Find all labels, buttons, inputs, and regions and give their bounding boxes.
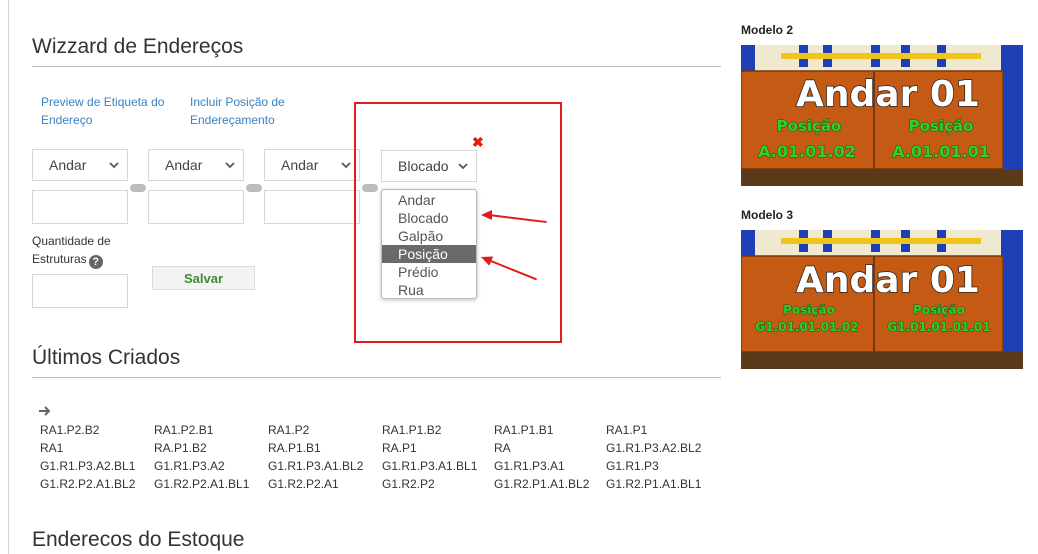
arrow-right-icon[interactable] — [38, 405, 52, 417]
quantity-input[interactable] — [32, 274, 128, 308]
level-dropdown[interactable]: Andar Blocado Galpão Posição Prédio Rua — [381, 189, 477, 299]
level-select-2-value: Andar — [165, 157, 203, 173]
list-item[interactable]: RA1.P1 — [606, 422, 716, 439]
chevron-down-icon — [109, 162, 119, 169]
dropdown-option-andar[interactable]: Andar — [382, 191, 476, 209]
chevron-down-icon — [341, 162, 351, 169]
model-3-cell-1-key: Posição — [783, 303, 835, 317]
level-select-3-value: Andar — [281, 157, 319, 173]
list-item[interactable]: RA.P1 — [382, 440, 494, 457]
list-item[interactable]: G1.R1.P3 — [606, 458, 716, 475]
list-item[interactable]: RA1.P1.B1 — [494, 422, 606, 439]
model-3-title: Andar 01 — [796, 260, 980, 301]
list-item[interactable]: G1.R1.P3.A1 — [494, 458, 606, 475]
list-item[interactable]: G1.R2.P1.A1.BL1 — [606, 476, 716, 493]
model-3-cell-2-value: G1.01.01.01.01 — [887, 320, 990, 334]
chevron-down-icon — [458, 163, 468, 170]
model-2-cell-2-value: A.01.01.01 — [892, 142, 990, 161]
list-item[interactable]: G1.R2.P2.A1.BL1 — [154, 476, 268, 493]
model-2-title: Andar 01 — [796, 74, 980, 115]
recent-list: RA1.P2.B2 RA1.P2.B1 RA1.P2 RA1.P1.B2 RA1… — [40, 422, 716, 493]
model-3-render: Andar 01 Posição G1.01.01.01.02 Posição … — [741, 230, 1023, 369]
model-2-cell-2-key: Posição — [909, 117, 974, 135]
model-3-label: Modelo 3 — [741, 208, 794, 222]
level-select-4[interactable]: Blocado — [381, 150, 477, 182]
wizard-title: Wizzard de Endereços — [32, 35, 244, 58]
model-2-label: Modelo 2 — [741, 23, 794, 37]
list-item[interactable]: RA1.P2.B2 — [40, 422, 154, 439]
model-2-cell-1-value: A.01.01.02 — [758, 142, 856, 161]
recent-divider — [32, 377, 721, 378]
level-select-4-value: Blocado — [398, 158, 449, 174]
stock-title: Enderecos do Estoque — [32, 528, 245, 551]
left-border — [8, 0, 9, 554]
list-item[interactable]: RA1.P2.B1 — [154, 422, 268, 439]
include-position-link[interactable]: Incluir Posição de Endereçamento — [190, 93, 320, 129]
model-3-cell-1-value: G1.01.01.01.02 — [755, 320, 858, 334]
dropdown-option-posicao[interactable]: Posição — [382, 245, 476, 263]
save-button[interactable]: Salvar — [152, 266, 255, 290]
list-item[interactable]: G1.R1.P3.A2.BL1 — [40, 458, 154, 475]
title-divider — [32, 66, 721, 67]
dropdown-option-blocado[interactable]: Blocado — [382, 209, 476, 227]
dropdown-option-rua[interactable]: Rua — [382, 281, 476, 299]
recent-title: Últimos Criados — [32, 346, 181, 369]
list-item[interactable]: RA.P1.B1 — [268, 440, 382, 457]
level-select-1[interactable]: Andar — [32, 149, 128, 181]
level-input-3[interactable] — [264, 190, 360, 224]
model-2-cell-1-key: Posição — [777, 117, 842, 135]
question-circle-icon[interactable]: ? — [88, 255, 103, 269]
list-item[interactable]: G1.R2.P2 — [382, 476, 494, 493]
list-item[interactable]: RA1.P2 — [268, 422, 382, 439]
list-item[interactable]: RA1.P1.B2 — [382, 422, 494, 439]
level-select-3[interactable]: Andar — [264, 149, 360, 181]
quantity-label: Quantidade de Estruturas? — [32, 232, 142, 269]
model-2-render: Andar 01 Posição A.01.01.02 Posição A.01… — [741, 45, 1023, 186]
dropdown-option-predio[interactable]: Prédio — [382, 263, 476, 281]
list-item[interactable]: G1.R1.P3.A1.BL1 — [382, 458, 494, 475]
level-select-1-value: Andar — [49, 157, 87, 173]
list-item[interactable]: G1.R1.P3.A2.BL2 — [606, 440, 716, 457]
connector-2 — [246, 184, 262, 192]
list-item[interactable]: RA.P1.B2 — [154, 440, 268, 457]
list-item[interactable]: RA — [494, 440, 606, 457]
list-item[interactable]: RA1 — [40, 440, 154, 457]
preview-label-link[interactable]: Preview de Etiqueta do Endereço — [41, 93, 171, 129]
chevron-down-icon — [225, 162, 235, 169]
level-input-2[interactable] — [148, 190, 244, 224]
level-input-1[interactable] — [32, 190, 128, 224]
model-3-cell-2-key: Posição — [913, 303, 965, 317]
model-3-preview: Andar 01 Posição G1.01.01.01.02 Posição … — [741, 230, 1023, 369]
close-icon[interactable]: ✖ — [472, 134, 484, 151]
list-item[interactable]: G1.R2.P2.A1.BL2 — [40, 476, 154, 493]
model-2-preview: Andar 01 Posição A.01.01.02 Posição A.01… — [741, 45, 1023, 186]
level-select-2[interactable]: Andar — [148, 149, 244, 181]
list-item[interactable]: G1.R2.P1.A1.BL2 — [494, 476, 606, 493]
list-item[interactable]: G1.R1.P3.A2 — [154, 458, 268, 475]
list-item[interactable]: G1.R1.P3.A1.BL2 — [268, 458, 382, 475]
list-item[interactable]: G1.R2.P2.A1 — [268, 476, 382, 493]
connector-1 — [130, 184, 146, 192]
dropdown-option-galpao[interactable]: Galpão — [382, 227, 476, 245]
